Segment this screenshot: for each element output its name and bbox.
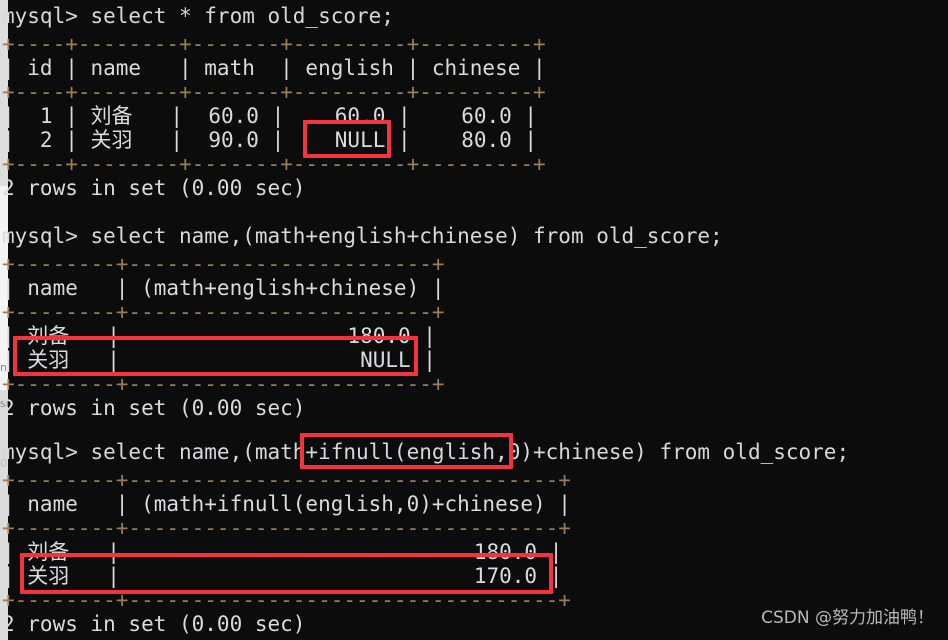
highlight-null-english <box>303 120 391 158</box>
table-1-row-2: | 2 | 关羽 | 90.0 | NULL | 80.0 | <box>2 128 538 152</box>
table-1-rule-top: +----+--------+-------+---------+-------… <box>2 32 546 56</box>
csdn-watermark: CSDN @努力加油鸭！ <box>761 608 934 628</box>
table-1-rule-bottom: +----+--------+-------+---------+-------… <box>2 152 546 176</box>
table-1-rule-mid: +----+--------+-------+---------+-------… <box>2 80 546 104</box>
command-line-2: mysql> select name,(math+english+chinese… <box>2 224 723 248</box>
table-1-header: | id | name | math | english | chinese | <box>2 56 546 80</box>
table-2-rule-top: +--------+------------------------+ <box>2 252 445 276</box>
table-1-row-1: | 1 | 刘备 | 60.0 | 60.0 | 60.0 | <box>2 104 538 128</box>
highlight-null-sum-row <box>13 336 418 376</box>
highlight-170-row <box>20 553 553 594</box>
screenshot-root: ns sr 0 mysql> select * from old_score; … <box>0 0 948 640</box>
status-line-2: 2 rows in set (0.00 sec) <box>2 396 306 420</box>
highlight-ifnull-expression <box>300 433 513 469</box>
table-2-header: | name | (math+english+chinese) | <box>2 276 445 300</box>
table-3-rule-mid: +--------+------------------------------… <box>2 516 571 540</box>
terminal-window[interactable]: mysql> select * from old_score; +----+--… <box>2 0 948 640</box>
command-line-1: mysql> select * from old_score; <box>2 4 394 28</box>
table-2-rule-mid: +--------+------------------------+ <box>2 300 445 324</box>
table-3-header: | name | (math+ifnull(english,0)+chinese… <box>2 492 571 516</box>
status-line-1: 2 rows in set (0.00 sec) <box>2 176 306 200</box>
table-3-rule-top: +--------+------------------------------… <box>2 468 571 492</box>
status-line-3: 2 rows in set (0.00 sec) <box>2 612 306 636</box>
